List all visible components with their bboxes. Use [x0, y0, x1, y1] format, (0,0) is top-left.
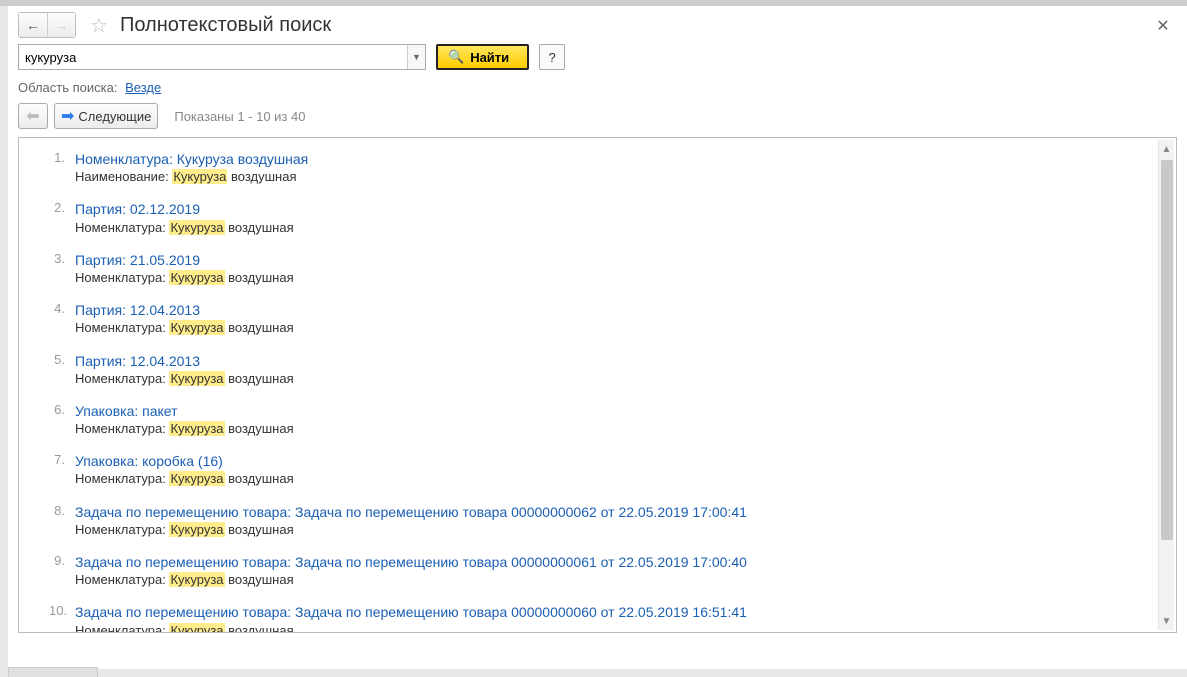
result-number: 9.	[49, 553, 75, 589]
result-body: Партия: 21.05.2019Номенклатура: Кукуруза…	[75, 251, 1136, 287]
scroll-down-icon[interactable]: ▼	[1159, 612, 1174, 630]
result-title-link[interactable]: Партия: 02.12.2019	[75, 200, 1136, 218]
results-list: 1.Номенклатура: Кукуруза воздушнаяНаимен…	[19, 138, 1176, 632]
result-subtitle: Номенклатура: Кукуруза воздушная	[75, 269, 1136, 287]
bottom-gutter	[8, 669, 1187, 677]
search-row: ▼ 🔍 Найти ?	[8, 44, 1187, 80]
highlight-term: Кукуруза	[172, 169, 227, 184]
result-body: Партия: 12.04.2013Номенклатура: Кукуруза…	[75, 352, 1136, 388]
nav-buttons: ← →	[18, 12, 76, 38]
result-subtitle: Номенклатура: Кукуруза воздушная	[75, 571, 1136, 589]
result-subtitle: Номенклатура: Кукуруза воздушная	[75, 521, 1136, 539]
result-body: Задача по перемещению товара: Задача по …	[75, 553, 1136, 589]
chevron-down-icon: ▼	[412, 52, 421, 62]
results-panel: 1.Номенклатура: Кукуруза воздушнаяНаимен…	[18, 137, 1177, 633]
result-number: 2.	[49, 200, 75, 236]
highlight-term: Кукуруза	[169, 270, 224, 285]
next-page-button[interactable]: ➡ Следующие	[54, 103, 158, 129]
result-item: 10.Задача по перемещению товара: Задача …	[49, 603, 1136, 632]
result-item: 8.Задача по перемещению товара: Задача п…	[49, 503, 1136, 539]
result-body: Упаковка: пакетНоменклатура: Кукуруза во…	[75, 402, 1136, 438]
result-title-link[interactable]: Упаковка: пакет	[75, 402, 1136, 420]
search-input-wrap: ▼	[18, 44, 426, 70]
scroll-thumb[interactable]	[1161, 160, 1173, 540]
result-item: 9.Задача по перемещению товара: Задача п…	[49, 553, 1136, 589]
result-number: 5.	[49, 352, 75, 388]
result-body: Задача по перемещению товара: Задача по …	[75, 503, 1136, 539]
result-subtitle: Номенклатура: Кукуруза воздушная	[75, 622, 1136, 632]
result-item: 3.Партия: 21.05.2019Номенклатура: Кукуру…	[49, 251, 1136, 287]
favorite-star-icon[interactable]: ☆	[88, 14, 110, 36]
result-title-link[interactable]: Задача по перемещению товара: Задача по …	[75, 603, 1136, 621]
highlight-term: Кукуруза	[169, 220, 224, 235]
search-input[interactable]	[19, 45, 407, 69]
search-dropdown-button[interactable]: ▼	[407, 45, 425, 69]
arrow-left-icon: ⬅	[26, 106, 39, 126]
result-subtitle: Номенклатура: Кукуруза воздушная	[75, 370, 1136, 388]
result-number: 7.	[49, 452, 75, 488]
page-title: Полнотекстовый поиск	[120, 14, 331, 37]
result-body: Партия: 02.12.2019Номенклатура: Кукуруза…	[75, 200, 1136, 236]
result-title-link[interactable]: Номенклатура: Кукуруза воздушная	[75, 150, 1136, 168]
bottom-tab-notch	[8, 667, 98, 677]
result-title-link[interactable]: Задача по перемещению товара: Задача по …	[75, 503, 1136, 521]
left-gutter	[0, 6, 8, 677]
next-page-label: Следующие	[78, 109, 151, 124]
result-subtitle: Номенклатура: Кукуруза воздушная	[75, 219, 1136, 237]
highlight-term: Кукуруза	[169, 471, 224, 486]
result-number: 3.	[49, 251, 75, 287]
result-title-link[interactable]: Упаковка: коробка (16)	[75, 452, 1136, 470]
result-title-link[interactable]: Партия: 21.05.2019	[75, 251, 1136, 269]
search-icon: 🔍	[448, 49, 464, 65]
result-item: 6.Упаковка: пакетНоменклатура: Кукуруза …	[49, 402, 1136, 438]
highlight-term: Кукуруза	[169, 371, 224, 386]
result-number: 6.	[49, 402, 75, 438]
find-button[interactable]: 🔍 Найти	[436, 44, 529, 70]
highlight-term: Кукуруза	[169, 421, 224, 436]
result-item: 1.Номенклатура: Кукуруза воздушнаяНаимен…	[49, 150, 1136, 186]
result-item: 4.Партия: 12.04.2013Номенклатура: Кукуру…	[49, 301, 1136, 337]
result-subtitle: Номенклатура: Кукуруза воздушная	[75, 319, 1136, 337]
scroll-up-icon[interactable]: ▲	[1159, 140, 1174, 158]
pager-status: Показаны 1 - 10 из 40	[174, 109, 305, 124]
highlight-term: Кукуруза	[169, 522, 224, 537]
find-button-label: Найти	[470, 50, 509, 65]
scope-row: Область поиска: Везде	[8, 80, 1187, 103]
result-subtitle: Наименование: Кукуруза воздушная	[75, 168, 1136, 186]
arrow-left-icon: ←	[26, 17, 40, 33]
scrollbar[interactable]: ▲ ▼	[1158, 140, 1174, 630]
nav-back-button[interactable]: ←	[19, 13, 47, 37]
nav-forward-button[interactable]: →	[47, 13, 75, 37]
result-number: 1.	[49, 150, 75, 186]
close-icon: ✕	[1156, 16, 1169, 36]
result-body: Упаковка: коробка (16)Номенклатура: Куку…	[75, 452, 1136, 488]
arrow-right-icon: →	[55, 17, 69, 33]
header: ← → ☆ Полнотекстовый поиск ✕	[8, 6, 1187, 44]
result-number: 4.	[49, 301, 75, 337]
pager-row: ⬅ ➡ Следующие Показаны 1 - 10 из 40	[8, 103, 1187, 137]
result-number: 8.	[49, 503, 75, 539]
result-item: 5.Партия: 12.04.2013Номенклатура: Кукуру…	[49, 352, 1136, 388]
result-title-link[interactable]: Задача по перемещению товара: Задача по …	[75, 553, 1136, 571]
help-icon: ?	[549, 50, 556, 65]
result-body: Номенклатура: Кукуруза воздушнаяНаименов…	[75, 150, 1136, 186]
result-title-link[interactable]: Партия: 12.04.2013	[75, 301, 1136, 319]
result-body: Партия: 12.04.2013Номенклатура: Кукуруза…	[75, 301, 1136, 337]
arrow-right-icon: ➡	[61, 106, 74, 126]
result-title-link[interactable]: Партия: 12.04.2013	[75, 352, 1136, 370]
prev-page-button[interactable]: ⬅	[18, 103, 48, 129]
scope-link[interactable]: Везде	[125, 80, 161, 95]
result-number: 10.	[49, 603, 75, 632]
highlight-term: Кукуруза	[169, 623, 224, 632]
help-button[interactable]: ?	[539, 44, 565, 70]
highlight-term: Кукуруза	[169, 320, 224, 335]
close-button[interactable]: ✕	[1153, 16, 1173, 36]
result-subtitle: Номенклатура: Кукуруза воздушная	[75, 470, 1136, 488]
result-subtitle: Номенклатура: Кукуруза воздушная	[75, 420, 1136, 438]
result-item: 2.Партия: 02.12.2019Номенклатура: Кукуру…	[49, 200, 1136, 236]
scope-label: Область поиска:	[18, 80, 117, 95]
result-item: 7.Упаковка: коробка (16)Номенклатура: Ку…	[49, 452, 1136, 488]
result-body: Задача по перемещению товара: Задача по …	[75, 603, 1136, 632]
highlight-term: Кукуруза	[169, 572, 224, 587]
